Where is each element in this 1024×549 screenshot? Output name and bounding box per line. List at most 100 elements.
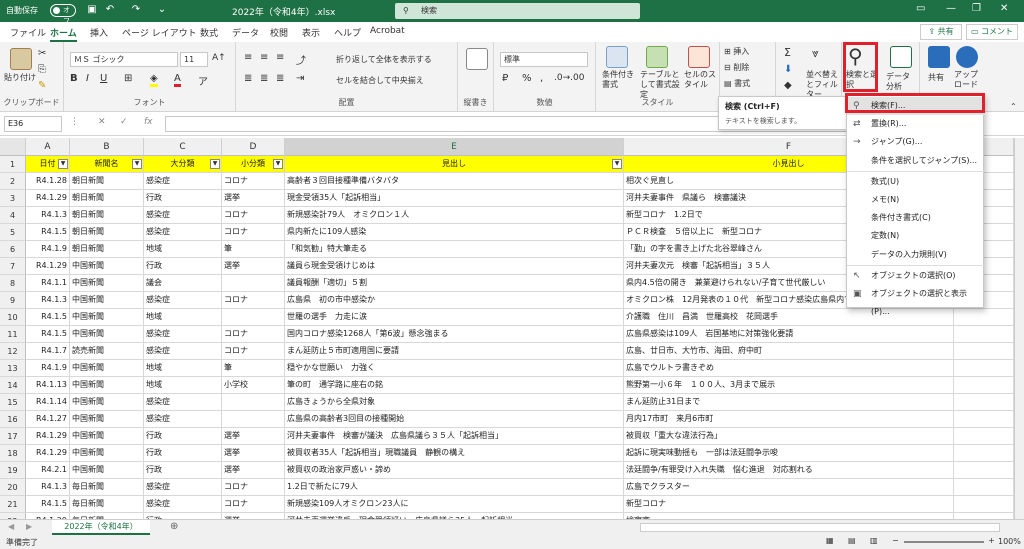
row-header[interactable]: 7 (0, 258, 26, 275)
enter-icon[interactable]: ✓ (120, 117, 128, 127)
table-cell[interactable]: 中国新聞 (70, 275, 144, 292)
table-cell[interactable]: 中国新聞 (70, 377, 144, 394)
vertical-text-icon[interactable] (466, 48, 488, 70)
row-header[interactable]: 17 (0, 428, 26, 445)
menu-item[interactable]: メモ(N) (847, 191, 985, 209)
table-cell[interactable]: R4.1.5 (26, 309, 70, 326)
table-cell[interactable]: 筆 (222, 241, 285, 258)
empty-cell[interactable] (954, 411, 1014, 428)
zoom-out-icon[interactable]: − (892, 536, 899, 545)
table-cell[interactable]: 1.2日で新たに79人 (285, 479, 624, 496)
table-cell[interactable]: 朝日新聞 (70, 224, 144, 241)
table-cell[interactable]: 朝日新聞 (70, 173, 144, 190)
align-middle-icon[interactable]: ≡ (260, 52, 268, 63)
table-cell[interactable]: コロナ (222, 173, 285, 190)
table-cell[interactable]: 広島県 初の市中感染か (285, 292, 624, 309)
table-cell[interactable]: R4.1.29 (26, 445, 70, 462)
save-icon[interactable]: ▣ (86, 4, 98, 16)
table-cell[interactable]: 感染症 (144, 224, 222, 241)
next-sheet-icon[interactable]: ▶ (26, 522, 32, 531)
paste-button[interactable]: 貼り付け (4, 72, 36, 83)
comma-icon[interactable]: , (540, 73, 543, 84)
row-header[interactable]: 11 (0, 326, 26, 343)
font-color-icon[interactable]: A (174, 73, 181, 87)
table-cell[interactable]: 被買収の政治家戸惑い・諦め (285, 462, 624, 479)
upload-button[interactable]: アップロード (954, 70, 984, 90)
table-cell[interactable]: 感染症 (144, 496, 222, 513)
empty-cell[interactable] (954, 445, 1014, 462)
table-cell[interactable]: R4.1.13 (26, 377, 70, 394)
tab-file[interactable]: ファイル (10, 26, 46, 39)
table-cell[interactable]: コロナ (222, 292, 285, 309)
align-center-icon[interactable]: ≣ (260, 73, 268, 84)
table-cell[interactable]: R4.1.9 (26, 360, 70, 377)
tab-data[interactable]: データ (232, 26, 259, 39)
align-bottom-icon[interactable]: ≡ (276, 52, 284, 63)
header-cell[interactable]: 新聞名 ▼ (70, 156, 144, 173)
undo-icon[interactable]: ↶ (104, 4, 116, 16)
name-box[interactable]: E36 (4, 116, 62, 132)
row-header[interactable]: 3 (0, 190, 26, 207)
format-as-table-button[interactable]: テーブルとして書式設定 (640, 70, 680, 100)
fill-color-icon[interactable]: ◈ (150, 73, 158, 87)
table-cell[interactable]: 行政 (144, 445, 222, 462)
bold-icon[interactable]: B (70, 73, 78, 84)
table-cell[interactable]: 中国新聞 (70, 462, 144, 479)
decimal-icon[interactable]: .0→.00 (554, 73, 584, 83)
table-cell[interactable]: 中国新聞 (70, 360, 144, 377)
table-cell[interactable]: 感染症 (144, 343, 222, 360)
indent-icon[interactable]: ⇥ (296, 73, 304, 84)
table-cell[interactable]: 中国新聞 (70, 326, 144, 343)
tab-page-layout[interactable]: ページ レイアウト (122, 26, 197, 39)
table-cell[interactable] (222, 411, 285, 428)
cancel-icon[interactable]: ✕ (98, 117, 106, 127)
table-cell[interactable]: 熊野第一小６年 １００人、3月まで展示 (624, 377, 954, 394)
table-cell[interactable]: 筆 (222, 360, 285, 377)
prev-sheet-icon[interactable]: ◀ (8, 522, 14, 531)
table-cell[interactable]: R4.1.1 (26, 275, 70, 292)
ribbon-display-icon[interactable]: ▭ (916, 3, 925, 14)
table-cell[interactable]: 感染症 (144, 479, 222, 496)
table-cell[interactable] (222, 275, 285, 292)
restore-icon[interactable]: ❐ (972, 3, 981, 14)
row-header[interactable]: 20 (0, 479, 26, 496)
table-cell[interactable]: 議員ら現金受領けじめは (285, 258, 624, 275)
table-cell[interactable]: 議会 (144, 275, 222, 292)
table-cell[interactable]: 地域 (144, 309, 222, 326)
phonetic-icon[interactable]: ア (198, 73, 208, 88)
table-cell[interactable]: 穏やかな世願い 力強く (285, 360, 624, 377)
format-button[interactable]: ▤ 書式 (724, 78, 750, 89)
tab-formulas[interactable]: 数式 (200, 26, 218, 39)
percent-icon[interactable]: % (522, 73, 532, 84)
insert-button[interactable]: ⊞ 挿入 (724, 46, 749, 57)
table-cell[interactable]: 行政 (144, 258, 222, 275)
table-cell[interactable]: 選挙 (222, 190, 285, 207)
tab-help[interactable]: ヘルプ (334, 26, 361, 39)
table-cell[interactable]: R4.1.5 (26, 224, 70, 241)
row-header[interactable]: 16 (0, 411, 26, 428)
header-cell[interactable]: 小分類 ▼ (222, 156, 285, 173)
table-cell[interactable]: 世羅の選手 力走に涙 (285, 309, 624, 326)
table-cell[interactable]: 中国新聞 (70, 292, 144, 309)
table-cell[interactable]: 広島、廿日市、大竹市、海田、府中町 (624, 343, 954, 360)
font-size-select[interactable]: 11 (180, 52, 208, 67)
row-header[interactable]: 1 (0, 156, 26, 173)
page-break-view-icon[interactable]: ▥ (870, 536, 878, 545)
empty-cell[interactable] (954, 360, 1014, 377)
table-cell[interactable]: R4.1.7 (26, 343, 70, 360)
tab-acrobat[interactable]: Acrobat (370, 26, 405, 36)
empty-cell[interactable] (954, 394, 1014, 411)
table-cell[interactable]: 中国新聞 (70, 428, 144, 445)
name-box-dropdown-icon[interactable]: ⋮ (70, 117, 79, 127)
table-cell[interactable]: コロナ (222, 207, 285, 224)
table-cell[interactable]: 月内17市町 来月6市町 (624, 411, 954, 428)
add-sheet-icon[interactable]: ⊕ (170, 521, 178, 532)
menu-item[interactable]: 定数(N) (847, 227, 985, 245)
table-cell[interactable]: 筆の町 通学路に座右の銘 (285, 377, 624, 394)
zoom-slider[interactable] (904, 541, 984, 543)
menu-item[interactable]: 条件を選択してジャンプ(S)... (847, 152, 985, 170)
filter-dropdown-icon[interactable]: ▼ (58, 159, 68, 169)
table-cell[interactable]: 感染症 (144, 394, 222, 411)
table-cell[interactable]: R4.1.5 (26, 326, 70, 343)
autosave-toggle[interactable]: オフ (50, 4, 76, 25)
